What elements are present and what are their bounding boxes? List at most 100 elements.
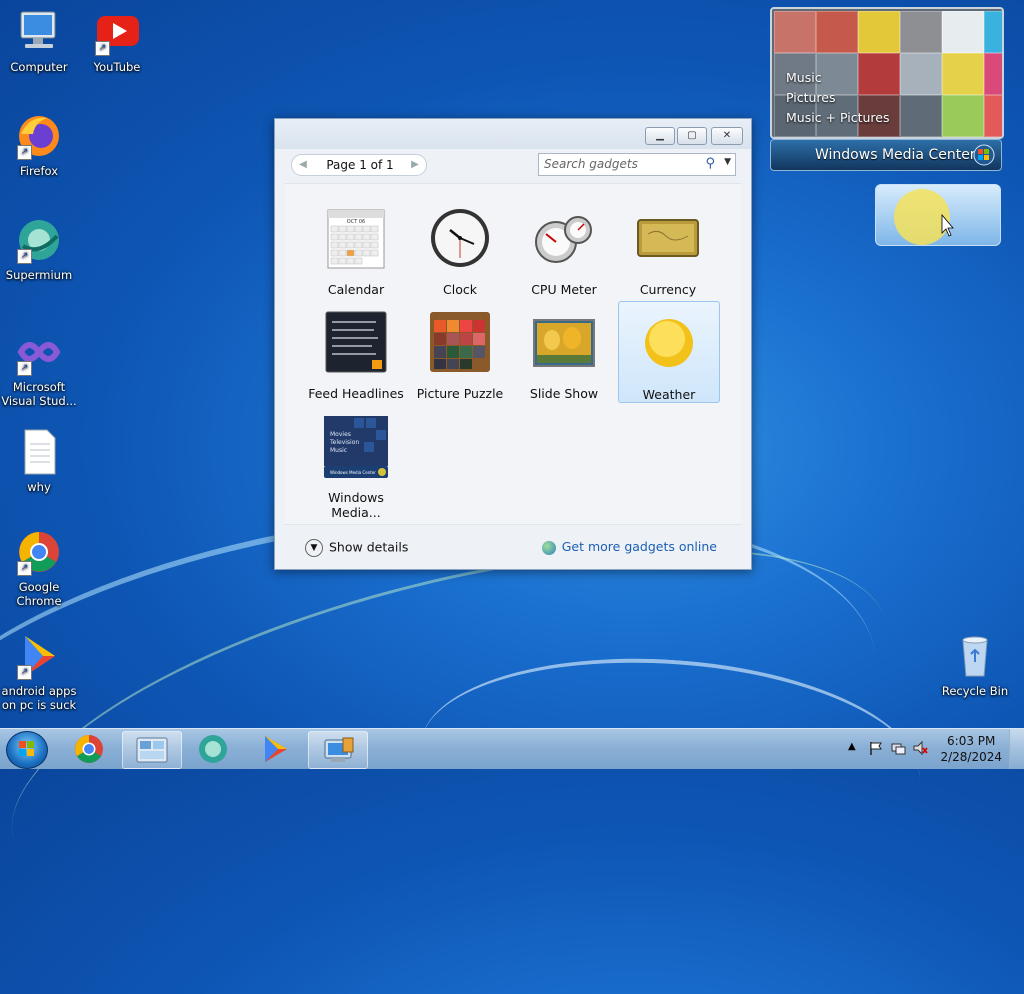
media-tile	[942, 11, 984, 53]
search-icon[interactable]: ⚲	[705, 156, 715, 171]
network-icon[interactable]	[890, 740, 906, 756]
media-thumb-brand: Windows Media Center	[330, 470, 376, 475]
next-page-button[interactable]: ▶	[406, 156, 424, 174]
desktop-icon-label: Supermium	[5, 268, 73, 282]
taskbar-play-store[interactable]	[246, 731, 304, 767]
get-more-gadgets-link[interactable]: Get more gadgets online	[541, 539, 717, 555]
desktop-icon-youtube[interactable]: ↗ YouTube	[79, 8, 155, 74]
chevron-down-icon[interactable]: ▼	[724, 157, 731, 167]
play-store-icon	[265, 736, 287, 762]
media-thumb-television: Television	[329, 439, 359, 446]
picture-puzzle-icon	[428, 310, 492, 374]
gadget-picture-puzzle[interactable]: Picture Puzzle	[410, 304, 510, 404]
chevron-down-icon: ▼	[305, 539, 323, 557]
desktop-icon-supermium[interactable]: ↗ Supermium	[1, 216, 77, 282]
shortcut-arrow-icon: ↗	[17, 361, 32, 376]
show-desktop-button[interactable]	[1009, 729, 1024, 769]
weather-gadget-dragging[interactable]	[875, 184, 1001, 246]
text-file-icon	[15, 428, 63, 476]
start-button[interactable]	[6, 731, 48, 769]
media-center-brand: Windows Media Center	[815, 147, 976, 163]
show-details-button[interactable]: ▼ Show details	[305, 539, 408, 557]
computer-icon	[15, 8, 63, 56]
media-center-brand-bar[interactable]: Windows Media Center	[770, 139, 1002, 171]
visual-studio-icon: ↗	[15, 328, 63, 376]
media-tile	[858, 53, 900, 95]
taskbar-supermium[interactable]	[184, 731, 242, 767]
shortcut-arrow-icon: ↗	[17, 665, 32, 680]
gadget-slide-show[interactable]: Slide Show	[514, 304, 614, 404]
shortcut-arrow-icon: ↗	[17, 249, 32, 264]
media-center-gadget[interactable]: Music Pictures Music + Pictures	[770, 7, 1004, 139]
media-tile	[900, 53, 942, 95]
desktop-icon-chrome[interactable]: ↗ Google Chrome	[1, 528, 77, 608]
slide-show-icon	[532, 310, 596, 374]
media-tile	[816, 53, 858, 95]
search-gadgets-input[interactable]: Search gadgets ⚲ ▼	[538, 153, 736, 176]
taskbar-control-panel[interactable]	[308, 731, 368, 769]
shortcut-arrow-icon: ↗	[17, 561, 32, 576]
feed-headlines-icon	[324, 310, 388, 374]
desktop-icon-recycle-bin[interactable]: Recycle Bin	[937, 632, 1013, 698]
minimize-button[interactable]: ▁	[645, 127, 675, 145]
media-tile	[984, 95, 1002, 137]
page-navigator: ◀ Page 1 of 1 ▶	[291, 154, 427, 176]
recycle-bin-icon	[951, 632, 999, 680]
media-tile	[942, 53, 984, 95]
desktop-icon-computer[interactable]: Computer	[1, 8, 77, 74]
desktop-icon-why[interactable]: why	[1, 428, 77, 494]
gadget-cpu-meter[interactable]: CPU Meter	[514, 200, 614, 300]
show-hidden-icons-button[interactable]: ▲	[848, 741, 856, 752]
desktop-icon-label: YouTube	[93, 60, 141, 74]
desktop-icon-label: Firefox	[19, 164, 59, 178]
media-menu-pictures[interactable]: Pictures	[786, 90, 836, 105]
media-tile	[900, 95, 942, 137]
media-tile	[984, 11, 1002, 53]
media-menu-music-pictures[interactable]: Music + Pictures	[786, 110, 890, 125]
desktop-icon-play-store[interactable]: ↗ android apps on pc is suck	[1, 632, 77, 712]
windows-logo-icon	[973, 144, 995, 166]
action-center-flag-icon[interactable]	[868, 740, 884, 756]
gadget-gallery-window[interactable]: ▁ ▢ ✕ ◀ Page 1 of 1 ▶ Search gadgets ⚲ ▼	[274, 118, 752, 570]
gadget-calendar[interactable]: OCT 06 Calendar	[306, 200, 406, 300]
shortcut-arrow-icon: ↗	[17, 145, 32, 160]
desktop-icon-firefox[interactable]: ↗ Firefox	[1, 112, 77, 178]
clock-date: 2/28/2024	[940, 750, 1002, 764]
gadget-list: OCT 06 Calendar Clock CPU Meter Currency	[285, 183, 741, 524]
clock[interactable]: 6:03 PM 2/28/2024	[940, 733, 1002, 765]
desktop-icon-label: Recycle Bin	[941, 684, 1009, 698]
gadget-label: Weather	[642, 387, 696, 402]
desktop-icon-label: Computer	[10, 60, 68, 74]
window-titlebar[interactable]: ▁ ▢ ✕	[275, 119, 751, 149]
desktop-icon-visual-studio[interactable]: ↗ Microsoft Visual Stud...	[1, 328, 77, 408]
gadget-label: Currency	[639, 282, 697, 297]
desktop-icon-label: why	[27, 480, 51, 494]
gadget-weather[interactable]: Weather	[618, 301, 720, 403]
get-more-gadgets-label: Get more gadgets online	[561, 539, 717, 554]
gadget-currency[interactable]: Currency	[618, 200, 718, 300]
media-menu-music[interactable]: Music	[786, 70, 822, 85]
gadget-label: Feed Headlines	[308, 386, 404, 401]
shortcut-arrow-icon: ↗	[95, 41, 110, 56]
sun-icon	[894, 189, 954, 245]
media-center-icon: Movies Television Music Windows Media Ce…	[324, 414, 388, 478]
previous-page-button[interactable]: ◀	[294, 156, 312, 174]
play-store-icon: ↗	[15, 632, 63, 680]
calendar-thumb-month: OCT 06	[347, 219, 365, 225]
youtube-icon: ↗	[93, 8, 141, 56]
chrome-icon	[75, 735, 103, 763]
taskbar-gadgets[interactable]	[122, 731, 182, 769]
gadget-clock[interactable]: Clock	[410, 200, 510, 300]
maximize-button[interactable]: ▢	[677, 127, 707, 145]
page-label: Page 1 of 1	[326, 158, 394, 172]
volume-muted-icon[interactable]	[912, 740, 928, 756]
search-placeholder: Search gadgets	[544, 157, 638, 171]
media-thumb-music: Music	[330, 447, 347, 454]
close-button[interactable]: ✕	[711, 127, 743, 145]
taskbar-chrome[interactable]	[60, 731, 118, 767]
gadget-label: Calendar	[327, 282, 385, 297]
gadget-feed-headlines[interactable]: Feed Headlines	[306, 304, 406, 404]
chrome-icon: ↗	[15, 528, 63, 576]
cpu-meter-icon	[532, 206, 596, 270]
gadget-windows-media-center[interactable]: Movies Television Music Windows Media Ce…	[306, 408, 406, 520]
